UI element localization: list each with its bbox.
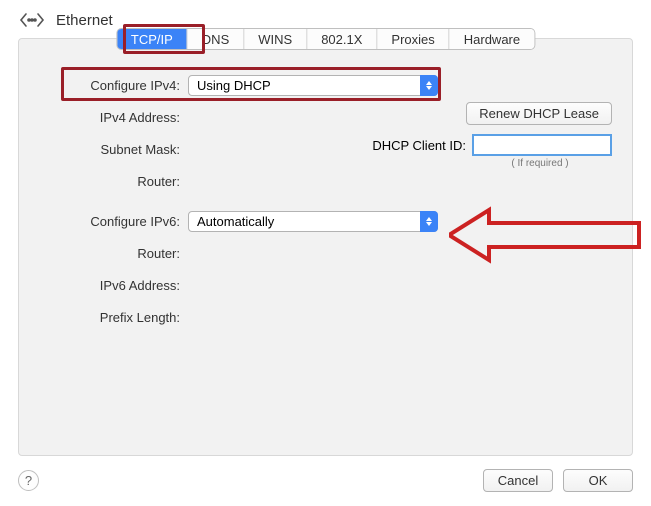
- cancel-button[interactable]: Cancel: [483, 469, 553, 492]
- if-required-note: ( If required ): [468, 158, 612, 169]
- label-router-v4: Router:: [43, 174, 188, 189]
- label-prefix-length: Prefix Length:: [43, 310, 188, 325]
- label-configure-ipv4: Configure IPv4:: [43, 78, 188, 93]
- label-dhcp-client-id: DHCP Client ID:: [372, 138, 466, 153]
- form-area: Configure IPv4: Using DHCP IPv4 Address:…: [19, 39, 632, 348]
- ok-button[interactable]: OK: [563, 469, 633, 492]
- renew-dhcp-button[interactable]: Renew DHCP Lease: [466, 102, 612, 125]
- updown-icon: [420, 211, 438, 232]
- footer: ? Cancel OK: [18, 469, 633, 492]
- select-configure-ipv4[interactable]: Using DHCP: [188, 75, 438, 96]
- right-column: Renew DHCP Lease DHCP Client ID: ( If re…: [372, 102, 612, 169]
- label-subnet-mask: Subnet Mask:: [43, 142, 188, 157]
- select-configure-ipv6[interactable]: Automatically: [188, 211, 438, 232]
- ethernet-icon: [18, 10, 46, 30]
- select-configure-ipv4-value: Using DHCP: [197, 78, 271, 93]
- label-router-v6: Router:: [43, 246, 188, 261]
- label-ipv4-address: IPv4 Address:: [43, 110, 188, 125]
- header-title: Ethernet: [56, 12, 113, 29]
- help-button[interactable]: ?: [18, 470, 39, 491]
- settings-panel: TCP/IP DNS WINS 802.1X Proxies Hardware …: [18, 38, 633, 456]
- label-ipv6-address: IPv6 Address:: [43, 278, 188, 293]
- dhcp-client-id-input[interactable]: [472, 134, 612, 156]
- updown-icon: [420, 75, 438, 96]
- label-configure-ipv6: Configure IPv6:: [43, 214, 188, 229]
- select-configure-ipv6-value: Automatically: [197, 214, 274, 229]
